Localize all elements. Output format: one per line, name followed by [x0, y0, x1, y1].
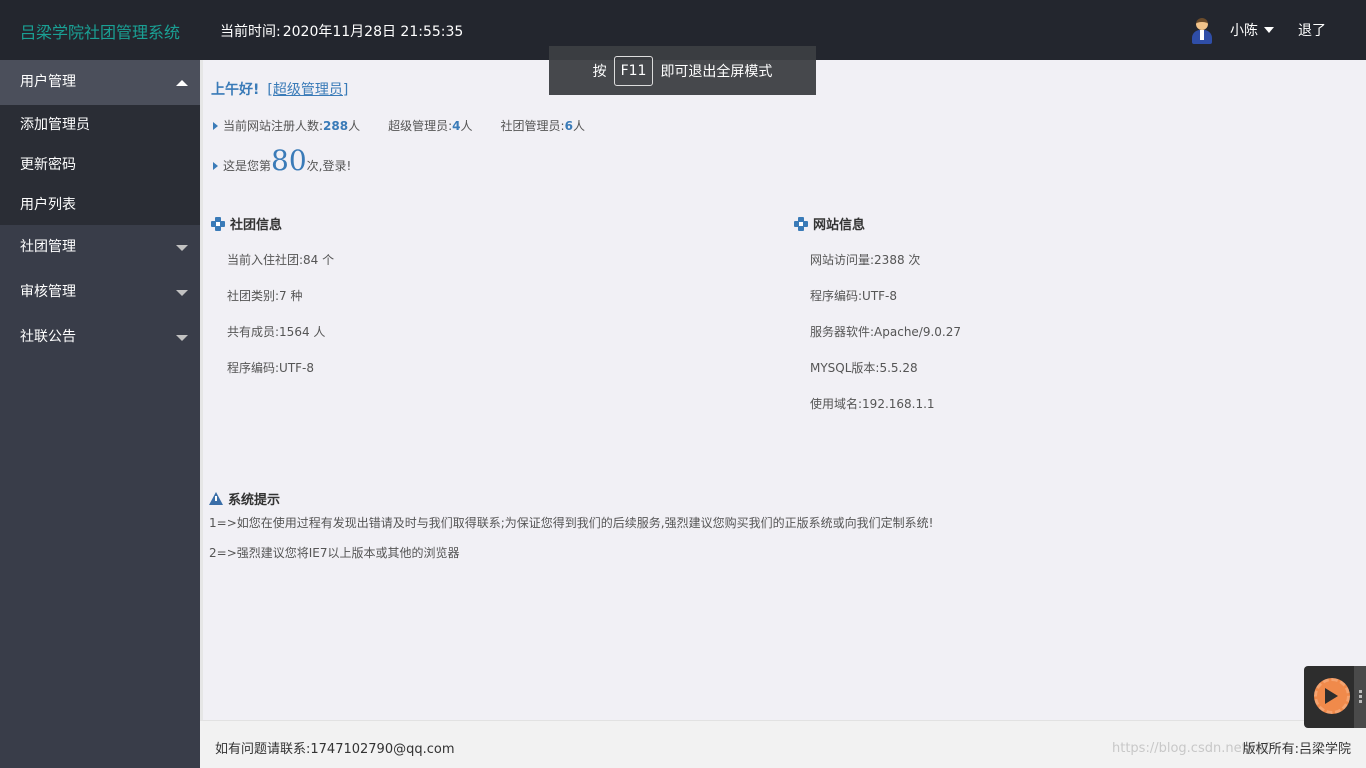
f11-key-badge: F11 [613, 55, 654, 86]
system-tip-line: 2=>强烈建议您将IE7以上版本或其他的浏览器 [209, 546, 460, 560]
floating-media-widget[interactable] [1304, 666, 1366, 728]
app-brand[interactable]: 吕梁学院社团管理系统 [20, 19, 180, 43]
site-info-row: MYSQL版本:5.5.28 [810, 361, 918, 375]
play-icon [1325, 688, 1338, 704]
username-label: 小陈 [1230, 23, 1258, 39]
greeting: 上午好! [超级管理员] [211, 79, 348, 99]
chevron-down-icon [176, 335, 188, 341]
club-info-row: 社团类别:7 种 [227, 289, 303, 303]
sidebar-item-user-list[interactable]: 用户列表 [0, 185, 200, 225]
sidebar-group-announcements[interactable]: 社联公告 [0, 315, 200, 360]
main-content: 上午好! [超级管理员] 当前网站注册人数:288人 超级管理员:4人 社团管理员… [200, 60, 1366, 720]
caret-right-icon [213, 162, 218, 170]
site-info-row: 使用域名:192.168.1.1 [810, 397, 935, 411]
chevron-down-icon [1264, 27, 1274, 33]
club-info-title: 社团信息 [230, 218, 283, 233]
footer-copyright: 版权所有:吕梁学院 [1242, 742, 1351, 757]
fullscreen-exit-tip: 按 F11 即可退出全屏模式 [549, 46, 816, 95]
sidebar-group-review-management[interactable]: 审核管理 [0, 270, 200, 315]
greeting-text: 上午好! [211, 82, 260, 98]
chevron-down-icon [176, 290, 188, 296]
club-info-row: 共有成员:1564 人 [227, 325, 326, 339]
logout-link[interactable]: 退了 [1298, 20, 1326, 40]
stat-registered: 当前网站注册人数:288人 [223, 119, 361, 133]
sidebar-item-add-admin[interactable]: 添加管理员 [0, 105, 200, 145]
chevron-up-icon [176, 80, 188, 86]
plus-icon [794, 216, 808, 231]
system-tips-title: 系统提示 [228, 493, 281, 508]
widget-drag-handle[interactable] [1354, 666, 1366, 728]
site-info-row: 服务器软件:Apache/9.0.27 [810, 325, 962, 339]
club-info-row: 当前入住社团:84 个 [227, 253, 335, 267]
login-count: 80 [271, 144, 307, 177]
sidebar-group-label: 用户管理 [20, 74, 76, 90]
sidebar-submenu-user: 添加管理员 更新密码 用户列表 [0, 105, 200, 225]
club-info-list: 当前入住社团:84 个 社团类别:7 种 共有成员:1564 人 程序编码:UT… [227, 251, 334, 395]
login-count-line: 这是您第 80 次,登录! [213, 144, 351, 177]
chevron-down-icon [176, 245, 188, 251]
sidebar-item-update-password[interactable]: 更新密码 [0, 145, 200, 185]
site-info-row: 程序编码:UTF-8 [810, 289, 898, 303]
login-prefix: 这是您第 [223, 159, 272, 173]
warning-icon [209, 492, 223, 505]
site-info-title: 网站信息 [813, 218, 866, 233]
sidebar-nav: 用户管理 添加管理员 更新密码 用户列表 社团管理 审核管理 社联公告 [0, 60, 200, 768]
footer-contact: 如有问题请联系:1747102790@qq.com [215, 742, 455, 757]
club-info-row: 程序编码:UTF-8 [227, 361, 315, 375]
stat-club-admin: 社团管理员:6人 [500, 119, 585, 133]
stat-super-admin: 超级管理员:4人 [388, 119, 473, 133]
user-menu[interactable]: 小陈 [1230, 20, 1274, 40]
page-footer: 如有问题请联系:1747102790@qq.com https://blog.c… [200, 720, 1366, 768]
site-stats-line: 当前网站注册人数:288人 超级管理员:4人 社团管理员:6人 [213, 117, 613, 134]
login-suffix: 次,登录! [306, 159, 352, 173]
fullscreen-tip-suffix: 即可退出全屏模式 [660, 63, 773, 80]
site-info-heading: 网站信息 [794, 214, 865, 233]
club-info-heading: 社团信息 [211, 214, 282, 233]
sidebar-group-user-management[interactable]: 用户管理 [0, 60, 200, 105]
avatar[interactable] [1190, 16, 1214, 44]
caret-right-icon [213, 122, 218, 130]
site-info-row: 网站访问量:2388 次 [810, 253, 921, 267]
plus-icon [211, 216, 225, 231]
current-time-value: 2020年11月28日 21:55:35 [282, 24, 464, 40]
fullscreen-tip-prefix: 按 [592, 63, 607, 80]
sidebar-group-label: 社团管理 [20, 239, 76, 255]
sidebar-group-label: 社联公告 [20, 329, 76, 345]
sidebar-group-label: 审核管理 [20, 284, 76, 300]
user-area: 小陈 退了 [1190, 0, 1366, 60]
site-info-list: 网站访问量:2388 次 程序编码:UTF-8 服务器软件:Apache/9.0… [810, 251, 961, 431]
user-role-link[interactable]: [超级管理员] [267, 82, 348, 98]
current-time-label: 当前时间: [220, 24, 281, 40]
current-time: 当前时间: 2020年11月28日 21:55:35 [220, 21, 463, 41]
system-tip-line: 1=>如您在使用过程有发现出错请及时与我们取得联系;为保证您得到我们的后续服务,… [209, 516, 934, 530]
sidebar-group-club-management[interactable]: 社团管理 [0, 225, 200, 270]
system-tips-heading: 系统提示 [209, 489, 280, 508]
